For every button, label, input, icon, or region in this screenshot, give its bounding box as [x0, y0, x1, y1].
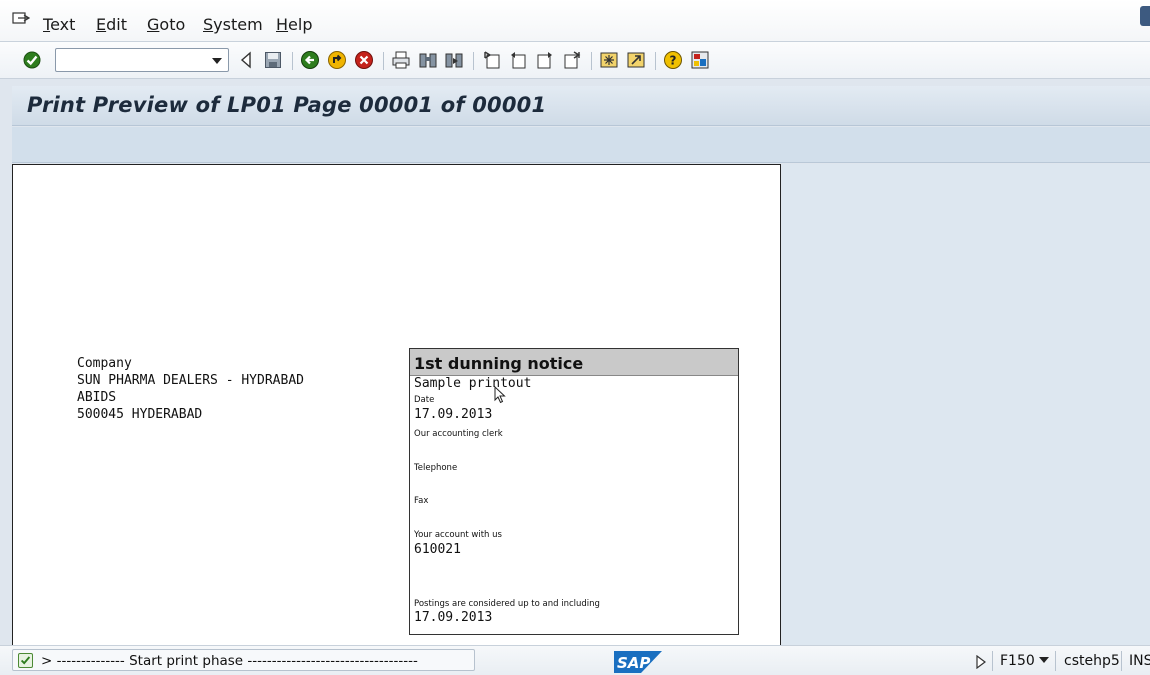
find-next-button[interactable] [444, 50, 464, 70]
status-expand-icon[interactable] [975, 655, 987, 669]
find-next-icon [445, 53, 463, 68]
mouse-cursor-icon [494, 386, 506, 404]
exit-button[interactable] [327, 50, 347, 70]
previous-page-button[interactable] [508, 50, 528, 70]
menu-bar: Text Edit Goto System Help [0, 0, 1150, 42]
shortcut-button[interactable] [626, 50, 646, 70]
next-page-icon [537, 52, 552, 69]
back-triangle-button[interactable] [236, 50, 256, 70]
dunning-notice-box: 1st dunning notice Sample printout Date … [409, 348, 739, 635]
address-line: SUN PHARMA DEALERS - HYDRABAD [77, 373, 304, 388]
title-bar: Print Preview of LP01 Page 00001 of 0000… [12, 86, 1150, 126]
find-button[interactable] [418, 50, 438, 70]
success-check-icon [18, 653, 33, 668]
customize-layout-button[interactable] [690, 50, 710, 70]
help-icon: ? [664, 51, 682, 69]
address-line: 500045 HYDERABAD [77, 407, 203, 422]
empty-panel [782, 164, 1150, 645]
clerk-label: Our accounting clerk [414, 429, 503, 439]
menu-text[interactable]: Text [43, 15, 75, 34]
back-button[interactable] [300, 50, 320, 70]
next-page-button[interactable] [535, 50, 555, 70]
status-message[interactable]: > -------------- Start print phase -----… [12, 649, 475, 671]
save-button[interactable] [263, 50, 283, 70]
standard-toolbar: ? [0, 42, 1150, 79]
window-edge-decoration [1140, 6, 1150, 26]
cancel-icon [355, 51, 373, 69]
system-menu-icon[interactable] [12, 12, 30, 28]
notice-subtitle: Sample printout [414, 376, 532, 391]
svg-text:?: ? [670, 54, 677, 68]
command-field[interactable] [55, 48, 229, 72]
svg-text:SAP: SAP [617, 654, 650, 672]
menu-goto[interactable]: Goto [147, 15, 185, 34]
server-name: cstehp5 [1064, 653, 1120, 669]
save-icon [265, 52, 281, 68]
date-label: Date [414, 395, 435, 405]
chevron-down-icon[interactable] [212, 58, 222, 64]
account-label: Your account with us [414, 530, 502, 540]
print-icon [392, 51, 410, 69]
telephone-label: Telephone [414, 463, 458, 473]
help-button[interactable]: ? [663, 50, 683, 70]
application-toolbar [12, 127, 1150, 163]
create-session-button[interactable] [599, 50, 619, 70]
status-bar: > -------------- Start print phase -----… [0, 645, 1150, 675]
back-icon [301, 51, 319, 69]
page-title: Print Preview of LP01 Page 00001 of 0000… [27, 93, 547, 117]
postings-value: 17.09.2013 [414, 610, 493, 625]
notice-title: 1st dunning notice [410, 349, 738, 376]
print-button[interactable] [391, 50, 411, 70]
enter-button[interactable] [22, 50, 42, 70]
find-icon [419, 53, 437, 68]
recipient-address: Company SUN PHARMA DEALERS - HYDRABAD AB… [77, 355, 304, 423]
layout-icon [691, 51, 709, 69]
back-triangle-icon [240, 51, 251, 69]
insert-mode: INS [1129, 653, 1150, 669]
account-value: 610021 [414, 542, 461, 557]
exit-icon [328, 51, 346, 69]
enter-icon [23, 51, 41, 69]
first-page-button[interactable] [482, 50, 502, 70]
last-page-icon [564, 51, 581, 69]
chevron-down-icon[interactable] [1039, 657, 1049, 664]
address-line: ABIDS [77, 390, 117, 405]
shortcut-icon [627, 52, 645, 68]
sap-logo: SAP [614, 651, 662, 673]
previous-page-icon [511, 52, 526, 69]
menu-edit[interactable]: Edit [96, 15, 127, 34]
print-preview-page[interactable]: Company SUN PHARMA DEALERS - HYDRABAD AB… [12, 164, 781, 645]
first-page-icon [484, 51, 500, 69]
date-value: 17.09.2013 [414, 407, 493, 422]
menu-system[interactable]: System [203, 15, 263, 34]
cancel-button[interactable] [354, 50, 374, 70]
address-line: Company [77, 356, 132, 371]
last-page-button[interactable] [562, 50, 582, 70]
menu-help[interactable]: Help [276, 15, 312, 34]
transaction-code: F150 [1000, 653, 1035, 669]
status-message-text: > -------------- Start print phase -----… [41, 653, 418, 669]
command-input[interactable] [59, 50, 209, 70]
postings-label: Postings are considered up to and includ… [414, 599, 600, 609]
fax-label: Fax [414, 496, 429, 506]
create-session-icon [600, 52, 618, 68]
